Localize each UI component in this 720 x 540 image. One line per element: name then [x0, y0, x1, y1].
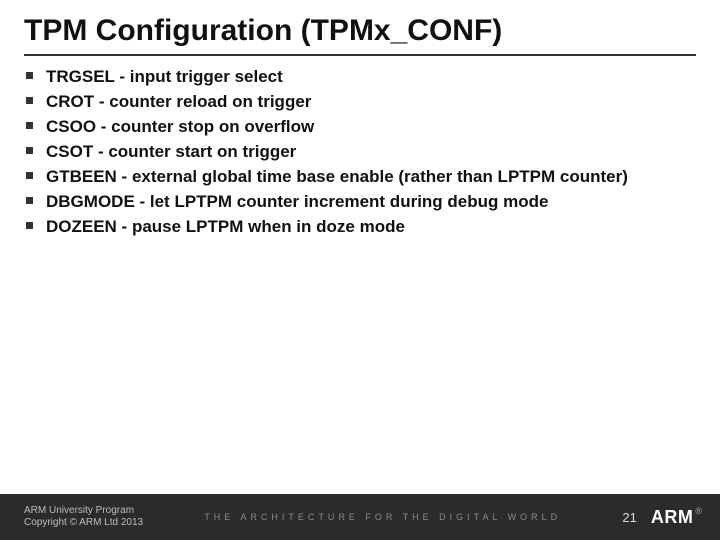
slide: TPM Configuration (TPMx_CONF) TRGSEL - i… — [0, 0, 720, 540]
footer-credits: ARM University Program Copyright © ARM L… — [24, 505, 143, 530]
list-item: DBGMODE - let LPTPM counter increment du… — [24, 191, 696, 214]
footer-tagline: THE ARCHITECTURE FOR THE DIGITAL WORLD — [143, 512, 622, 522]
list-item: GTBEEN - external global time base enabl… — [24, 166, 696, 189]
list-item: TRGSEL - input trigger select — [24, 66, 696, 89]
slide-footer: ARM University Program Copyright © ARM L… — [0, 494, 720, 540]
list-item: DOZEEN - pause LPTPM when in doze mode — [24, 216, 696, 239]
footer-copyright: Copyright © ARM Ltd 2013 — [24, 517, 143, 530]
bullet-list: TRGSEL - input trigger select CROT - cou… — [24, 66, 696, 239]
slide-content: TRGSEL - input trigger select CROT - cou… — [0, 66, 720, 540]
title-rule — [24, 54, 696, 56]
registered-mark-icon: ® — [695, 506, 702, 516]
slide-title: TPM Configuration (TPMx_CONF) — [0, 0, 720, 54]
footer-program: ARM University Program — [24, 505, 143, 518]
footer-right: 21 ARM ® — [622, 507, 702, 528]
list-item: CSOO - counter stop on overflow — [24, 116, 696, 139]
list-item: CROT - counter reload on trigger — [24, 91, 696, 114]
arm-logo: ARM ® — [651, 507, 702, 528]
page-number: 21 — [622, 510, 636, 525]
list-item: CSOT - counter start on trigger — [24, 141, 696, 164]
arm-logo-text: ARM — [651, 507, 694, 528]
